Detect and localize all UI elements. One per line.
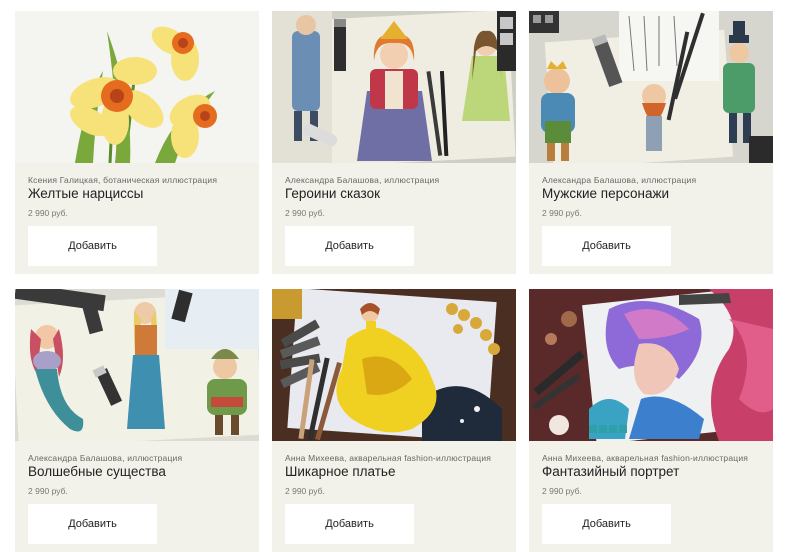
product-price: 2 990 руб. [542, 486, 582, 496]
product-image[interactable] [272, 11, 516, 163]
product-author: Александра Балашова, иллюстрация [542, 175, 697, 185]
product-author: Анна Михеева, акварельная fashion-иллюст… [285, 453, 492, 463]
product-price: 2 990 руб. [28, 208, 68, 218]
product-title[interactable]: Волшебные существа [28, 464, 166, 479]
product-price: 2 990 руб. [285, 486, 325, 496]
add-to-cart-button[interactable]: Добавить [28, 504, 157, 544]
daffodils-image [15, 11, 259, 163]
product-author: Александра Балашова, иллюстрация [285, 175, 440, 185]
product-title[interactable]: Фантазийный портрет [542, 464, 679, 479]
add-to-cart-button[interactable]: Добавить [542, 504, 671, 544]
product-card[interactable]: Ксения Галицкая, ботаническая иллюстраци… [15, 11, 259, 274]
fairy-tale-heroines-image [272, 11, 516, 163]
product-title[interactable]: Желтые нарциссы [28, 186, 143, 201]
product-image[interactable] [15, 11, 259, 163]
magical-creatures-image [15, 289, 259, 441]
product-author: Александра Балашова, иллюстрация [28, 453, 183, 463]
yellow-dress-image [272, 289, 516, 441]
product-image[interactable] [15, 289, 259, 441]
product-author: Анна Михеева, акварельная fashion-иллюст… [542, 453, 749, 463]
male-characters-image [529, 11, 773, 163]
product-title[interactable]: Мужские персонажи [542, 186, 669, 201]
product-card[interactable]: Александра Балашова, иллюстрация Мужские… [529, 11, 773, 274]
product-price: 2 990 руб. [28, 486, 68, 496]
product-card[interactable]: Александра Балашова, иллюстрация Волшебн… [15, 289, 259, 552]
product-image[interactable] [529, 11, 773, 163]
product-image[interactable] [272, 289, 516, 441]
product-image[interactable] [529, 289, 773, 441]
product-card[interactable]: Анна Михеева, акварельная fashion-иллюст… [529, 289, 773, 552]
product-card[interactable]: Анна Михеева, акварельная fashion-иллюст… [272, 289, 516, 552]
product-card[interactable]: Александра Балашова, иллюстрация Героини… [272, 11, 516, 274]
add-to-cart-button[interactable]: Добавить [285, 226, 414, 266]
product-price: 2 990 руб. [285, 208, 325, 218]
fantasy-portrait-image [529, 289, 773, 441]
product-price: 2 990 руб. [542, 208, 582, 218]
add-to-cart-button[interactable]: Добавить [542, 226, 671, 266]
product-title[interactable]: Шикарное платье [285, 464, 395, 479]
add-to-cart-button[interactable]: Добавить [28, 226, 157, 266]
add-to-cart-button[interactable]: Добавить [285, 504, 414, 544]
product-author: Ксения Галицкая, ботаническая иллюстраци… [28, 175, 218, 185]
product-title[interactable]: Героини сказок [285, 186, 380, 201]
